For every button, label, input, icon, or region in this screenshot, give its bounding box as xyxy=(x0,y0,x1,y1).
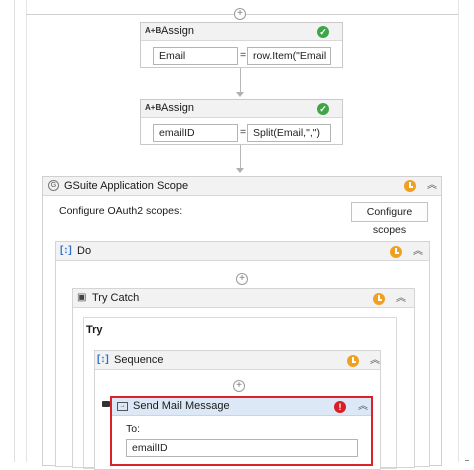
try-catch-icon: ▣ xyxy=(77,292,87,303)
clock-warning-icon xyxy=(404,180,416,192)
breakpoint-marker-icon xyxy=(102,401,110,407)
canvas-left-border xyxy=(14,0,15,462)
send-mail-message-activity[interactable]: → Send Mail Message ! ︽ To: emailID xyxy=(110,396,373,466)
error-icon[interactable]: ! xyxy=(334,401,346,413)
to-field[interactable]: emailID xyxy=(126,439,358,457)
to-label: To: xyxy=(126,423,141,435)
collapse-icon[interactable]: ︽ xyxy=(426,180,438,192)
assign-1-value-field[interactable]: row.Item("Email ID xyxy=(247,47,331,65)
assign-activity-2[interactable]: A+B Assign ✓ emailID = Split(Email,",") xyxy=(140,99,343,145)
assign-1-equals: = xyxy=(240,49,247,61)
canvas-right-border xyxy=(458,0,459,462)
sequence-icon: [↕] xyxy=(97,354,109,365)
assign-2-to-field[interactable]: emailID xyxy=(153,124,238,142)
sequence-title: Sequence xyxy=(114,354,164,366)
valid-check-icon: ✓ xyxy=(317,26,329,38)
clock-warning-icon xyxy=(390,246,402,258)
collapse-icon[interactable]: ︽ xyxy=(357,401,369,413)
assign-1-to-field[interactable]: Email xyxy=(153,47,238,65)
add-activity-icon[interactable]: + xyxy=(236,273,248,285)
canvas-inner-left-border xyxy=(26,0,27,462)
collapse-icon[interactable]: ︽ xyxy=(369,355,381,367)
assign-2-title: Assign xyxy=(161,102,195,114)
connector-arrow-icon xyxy=(236,92,244,97)
do-header xyxy=(56,242,429,261)
assign-activity-1[interactable]: A+B Assign ✓ Email = row.Item("Email ID xyxy=(140,22,343,68)
clock-warning-icon xyxy=(373,293,385,305)
assign-icon: A+B xyxy=(145,103,162,112)
connector-line xyxy=(240,68,241,92)
assign-2-value-field[interactable]: Split(Email,",") xyxy=(247,124,331,142)
gsuite-icon: G xyxy=(48,180,59,191)
gsuite-title: GSuite Application Scope xyxy=(64,180,189,192)
try-catch-title: Try Catch xyxy=(92,292,140,304)
workflow-canvas: + A+B Assign ✓ Email = row.Item("Email I… xyxy=(0,0,474,470)
scroll-indicator xyxy=(465,460,469,461)
valid-check-icon: ✓ xyxy=(317,103,329,115)
connector-line xyxy=(240,145,241,168)
clock-warning-icon xyxy=(347,355,359,367)
assign-2-equals: = xyxy=(240,126,247,138)
add-activity-top-icon[interactable]: + xyxy=(234,8,246,20)
configure-scopes-button[interactable]: Configure scopes xyxy=(351,202,428,236)
send-mail-title: Send Mail Message xyxy=(133,400,230,412)
do-title: Do xyxy=(77,245,92,257)
mail-icon: → xyxy=(117,402,128,411)
assign-icon: A+B xyxy=(145,26,162,35)
collapse-icon[interactable]: ︽ xyxy=(412,246,424,258)
sequence-icon: [↕] xyxy=(60,245,72,256)
try-label: Try xyxy=(86,324,103,336)
connector-arrow-icon xyxy=(236,168,244,173)
add-activity-icon[interactable]: + xyxy=(233,380,245,392)
collapse-icon[interactable]: ︽ xyxy=(395,293,407,305)
oauth-scopes-label: Configure OAuth2 scopes: xyxy=(59,205,183,217)
assign-1-title: Assign xyxy=(161,25,195,37)
